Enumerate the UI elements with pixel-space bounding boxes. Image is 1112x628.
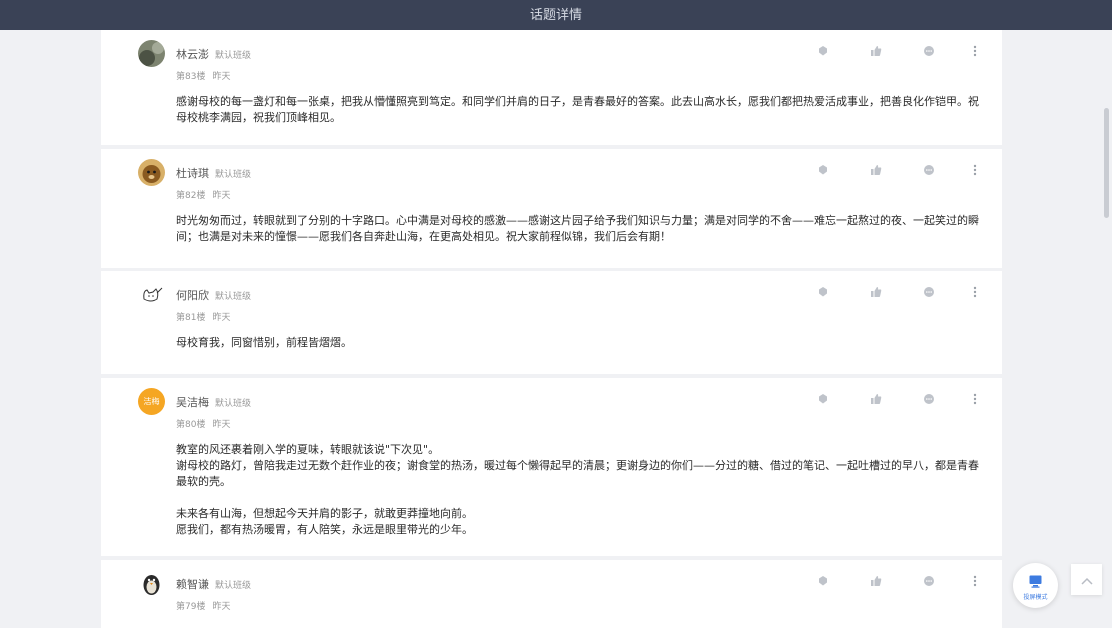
reply-item: 赖智谦 默认班级 第79楼 昨天 — [101, 560, 1002, 628]
avatar[interactable] — [138, 40, 165, 67]
floor-info: 第81楼 昨天 — [176, 313, 231, 323]
floor-info: 第80楼 昨天 — [176, 420, 231, 430]
top-bar: 话题详情 — [0, 0, 1112, 30]
page-title: 话题详情 — [529, 8, 582, 23]
reply-content: 感谢母校的每一盏灯和每一张桌，把我从懵懂照亮到笃定。和同学们并肩的日子，是青春最… — [176, 95, 979, 124]
reply-item: 何阳欣 默认班级 第81楼 昨天 母校育我，同窗惜别，前程皆熠熠。 — [101, 271, 1002, 374]
reply-content: 时光匆匆而过，转眼就到了分别的十字路口。心中满是对母校的感激——感谢这片园子给予… — [176, 214, 979, 243]
reply-actions — [816, 285, 986, 301]
screen-cast-label: 投屏模式 — [1023, 594, 1048, 601]
more-icon[interactable] — [968, 163, 982, 177]
thumbs-up-icon[interactable] — [869, 285, 883, 299]
comment-icon[interactable] — [922, 392, 936, 406]
reply-item: 林云澎 默认班级 第83楼 昨天 感谢母校的每一盏灯和每一张桌，把我从懵懂照亮到笃定… — [101, 30, 1002, 145]
more-icon[interactable] — [968, 574, 982, 588]
avatar-initials: 洁梅 — [143, 397, 160, 406]
scrollbar-thumb[interactable] — [1104, 108, 1109, 218]
author-name[interactable]: 赖智谦 默认班级 — [176, 576, 251, 592]
medal-icon[interactable] — [816, 285, 830, 299]
reply-actions — [816, 574, 986, 590]
author-name[interactable]: 吴洁梅 默认班级 — [176, 394, 251, 410]
medal-icon[interactable] — [816, 392, 830, 406]
class-label: 默认班级 — [215, 51, 252, 61]
avatar[interactable] — [138, 159, 165, 186]
medal-icon[interactable] — [816, 44, 830, 58]
floor-info: 第79楼 昨天 — [176, 602, 231, 612]
comment-icon[interactable] — [922, 163, 936, 177]
more-icon[interactable] — [968, 44, 982, 58]
reply-item: 杜诗琪 默认班级 第82楼 昨天 时光匆匆而过，转眼就到了分别的十字路口。心中满是对… — [101, 149, 1002, 268]
reply-actions — [816, 392, 986, 408]
author-name[interactable]: 杜诗琪 默认班级 — [176, 165, 251, 181]
comment-icon[interactable] — [922, 574, 936, 588]
thumbs-up-icon[interactable] — [869, 392, 883, 406]
floor-info: 第82楼 昨天 — [176, 191, 231, 201]
screen-cast-icon — [1029, 573, 1042, 592]
comment-icon[interactable] — [922, 285, 936, 299]
avatar[interactable] — [138, 281, 165, 308]
class-label: 默认班级 — [215, 292, 252, 302]
reply-feed[interactable]: 林云澎 默认班级 第83楼 昨天 感谢母校的每一盏灯和每一张桌，把我从懵懂照亮到笃定… — [101, 30, 1002, 628]
thumbs-up-icon[interactable] — [869, 44, 883, 58]
reply-item: 洁梅 吴洁梅 默认班级 第80楼 昨天 教室的风还裹着刚入学的夏味，转眼就该说"下次… — [101, 378, 1002, 556]
medal-icon[interactable] — [816, 163, 830, 177]
avatar[interactable] — [138, 570, 165, 597]
reply-actions — [816, 44, 986, 60]
chevron-up-icon — [1080, 570, 1093, 589]
floor-info: 第83楼 昨天 — [176, 72, 231, 82]
thumbs-up-icon[interactable] — [869, 163, 883, 177]
author-name[interactable]: 林云澎 默认班级 — [176, 46, 251, 62]
reply-content: 母校育我，同窗惜别，前程皆熠熠。 — [176, 336, 352, 349]
avatar[interactable]: 洁梅 — [138, 388, 165, 415]
medal-icon[interactable] — [816, 574, 830, 588]
reply-content: 教室的风还裹着刚入学的夏味，转眼就该说"下次见"。 谢母校的路灯，曾陪我走过无数… — [176, 443, 979, 536]
reply-actions — [816, 163, 986, 179]
more-icon[interactable] — [968, 392, 982, 406]
comment-icon[interactable] — [922, 44, 936, 58]
thumbs-up-icon[interactable] — [869, 574, 883, 588]
class-label: 默认班级 — [215, 581, 252, 591]
class-label: 默认班级 — [215, 170, 252, 180]
back-to-top-button[interactable] — [1071, 564, 1102, 595]
screen-cast-button[interactable]: 投屏模式 — [1013, 563, 1058, 608]
class-label: 默认班级 — [215, 399, 252, 409]
author-name[interactable]: 何阳欣 默认班级 — [176, 287, 251, 303]
more-icon[interactable] — [968, 285, 982, 299]
